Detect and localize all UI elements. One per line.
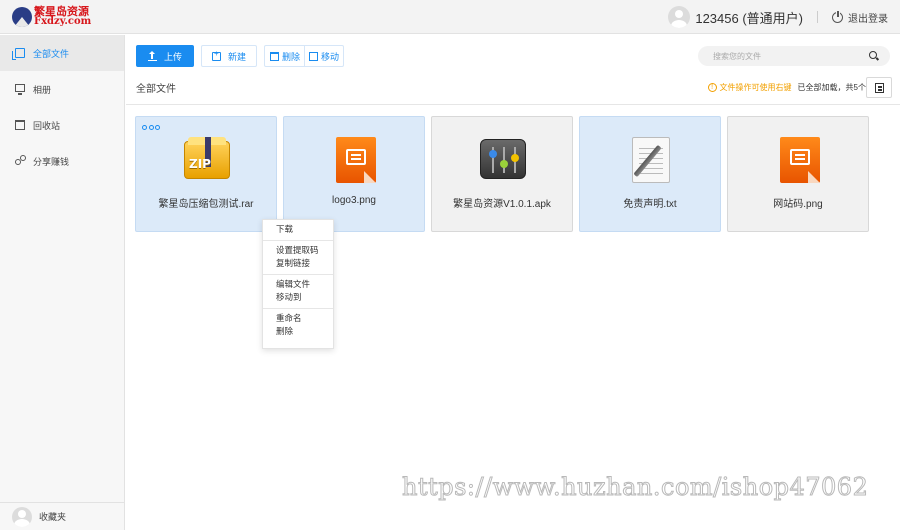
file-name: logo3.png <box>332 195 376 206</box>
file-name: 免责声明.txt <box>623 199 677 210</box>
file-name: 繁星岛资源V1.0.1.apk <box>453 199 551 210</box>
new-folder-icon <box>212 49 222 61</box>
move-button-label: 移动 <box>321 51 340 62</box>
breadcrumb[interactable]: 全部文件 <box>136 80 176 95</box>
files-icon <box>12 48 25 60</box>
menu-item-rename[interactable]: 重命名 <box>263 312 333 325</box>
sidebar-item-label: 回收站 <box>33 120 61 131</box>
right-click-tip: 文件操作可使用右键 <box>719 83 792 92</box>
user-area: 123456 (普通用户) 退出登录 <box>668 5 888 29</box>
user-avatar-icon[interactable] <box>668 6 691 28</box>
divider <box>126 104 900 105</box>
logout-link[interactable]: 退出登录 <box>848 10 888 25</box>
share-icon <box>15 155 26 166</box>
power-icon[interactable] <box>832 9 843 23</box>
menu-divider <box>263 240 333 241</box>
breadcrumb-row: 全部文件 ! 文件操作可使用右键 已全部加载，共5个 <box>136 75 896 99</box>
sidebar-item-label: 分享赚钱 <box>33 156 70 167</box>
menu-divider <box>263 308 333 309</box>
file-card[interactable]: logo3.png <box>283 116 425 232</box>
apk-icon <box>480 137 526 181</box>
menu-divider <box>263 274 333 275</box>
move-button[interactable]: 移动 <box>305 45 345 67</box>
zip-icon: ZIP <box>184 137 230 181</box>
username[interactable]: 123456 (普通用户) <box>695 8 803 27</box>
logo-mountain-icon <box>12 7 32 27</box>
favorites-avatar-icon <box>12 506 32 527</box>
file-card[interactable]: 繁星岛资源V1.0.1.apk <box>431 116 573 232</box>
new-folder-button[interactable]: 新建 <box>201 45 258 67</box>
trash-icon <box>270 51 280 61</box>
sidebar-item-recycle-bin[interactable]: 回收站 <box>0 107 124 143</box>
divider <box>817 11 818 23</box>
trash-icon <box>15 120 25 130</box>
view-toggle-button[interactable] <box>866 77 892 98</box>
menu-item-edit-file[interactable]: 编辑文件 <box>263 278 333 291</box>
toolbar: 上传 新建 删除 移动 <box>136 45 345 67</box>
search-input[interactable] <box>713 51 863 61</box>
context-menu: 下载 设置提取码 复制链接 编辑文件 移动到 重命名 删除 <box>262 219 334 349</box>
sidebar-item-label: 全部文件 <box>33 48 70 59</box>
load-status: 已全部加载，共5个 <box>797 83 866 92</box>
new-folder-button-label: 新建 <box>228 51 247 62</box>
image-file-icon <box>776 137 822 183</box>
delete-button[interactable]: 删除 <box>264 45 306 67</box>
top-bar: 繁星岛资源 Fxdzy.com 123456 (普通用户) 退出登录 <box>0 0 900 34</box>
file-grid: ZIP 繁星岛压缩包测试.rar logo3.png 繁星岛资源V1.0.1.a… <box>135 116 875 232</box>
sidebar: 全部文件 相册 回收站 分享赚钱 收藏夹 <box>0 35 125 530</box>
image-file-icon <box>332 137 378 183</box>
menu-item-download[interactable]: 下载 <box>263 223 333 236</box>
text-file-icon <box>628 137 674 183</box>
menu-item-set-code[interactable]: 设置提取码 <box>263 244 333 257</box>
search-icon[interactable] <box>869 51 877 59</box>
watermark-text: https://www.huzhan.com/ishop47062 <box>401 473 869 502</box>
file-card[interactable]: 网站码.png <box>727 116 869 232</box>
favorites-label: 收藏夹 <box>39 512 67 522</box>
menu-item-delete[interactable]: 删除 <box>263 325 333 338</box>
sidebar-favorites[interactable]: 收藏夹 <box>0 502 124 530</box>
sidebar-item-share-earn[interactable]: 分享赚钱 <box>0 143 124 179</box>
menu-item-copy-link[interactable]: 复制链接 <box>263 257 333 270</box>
batch-actions: 删除 移动 <box>264 45 345 67</box>
logo-domain: Fxdzy.com <box>34 16 92 27</box>
file-name: 网站码.png <box>773 199 823 210</box>
upload-icon <box>148 50 157 61</box>
delete-button-label: 删除 <box>282 51 301 62</box>
upload-button[interactable]: 上传 <box>136 45 195 67</box>
tip-area: ! 文件操作可使用右键 已全部加载，共5个 <box>707 82 866 93</box>
main-panel: 上传 新建 删除 移动 全部文件 ! 文件操作可使用右键 已全部加载，共5个 <box>126 35 900 530</box>
upload-button-label: 上传 <box>164 51 183 62</box>
file-name: 繁星岛压缩包测试.rar <box>158 199 254 210</box>
monitor-icon <box>15 84 25 95</box>
site-logo[interactable]: 繁星岛资源 Fxdzy.com <box>12 4 91 30</box>
more-options-icon[interactable] <box>142 125 162 130</box>
sidebar-item-label: 相册 <box>33 84 52 95</box>
file-card[interactable]: 免责声明.txt <box>579 116 721 232</box>
sidebar-item-all-files[interactable]: 全部文件 <box>0 35 124 71</box>
sidebar-item-album[interactable]: 相册 <box>0 71 124 107</box>
menu-item-move-to[interactable]: 移动到 <box>263 291 333 304</box>
search-box <box>698 46 890 66</box>
info-icon: ! <box>707 83 717 92</box>
file-card[interactable]: ZIP 繁星岛压缩包测试.rar <box>135 116 277 232</box>
move-icon <box>309 51 319 61</box>
